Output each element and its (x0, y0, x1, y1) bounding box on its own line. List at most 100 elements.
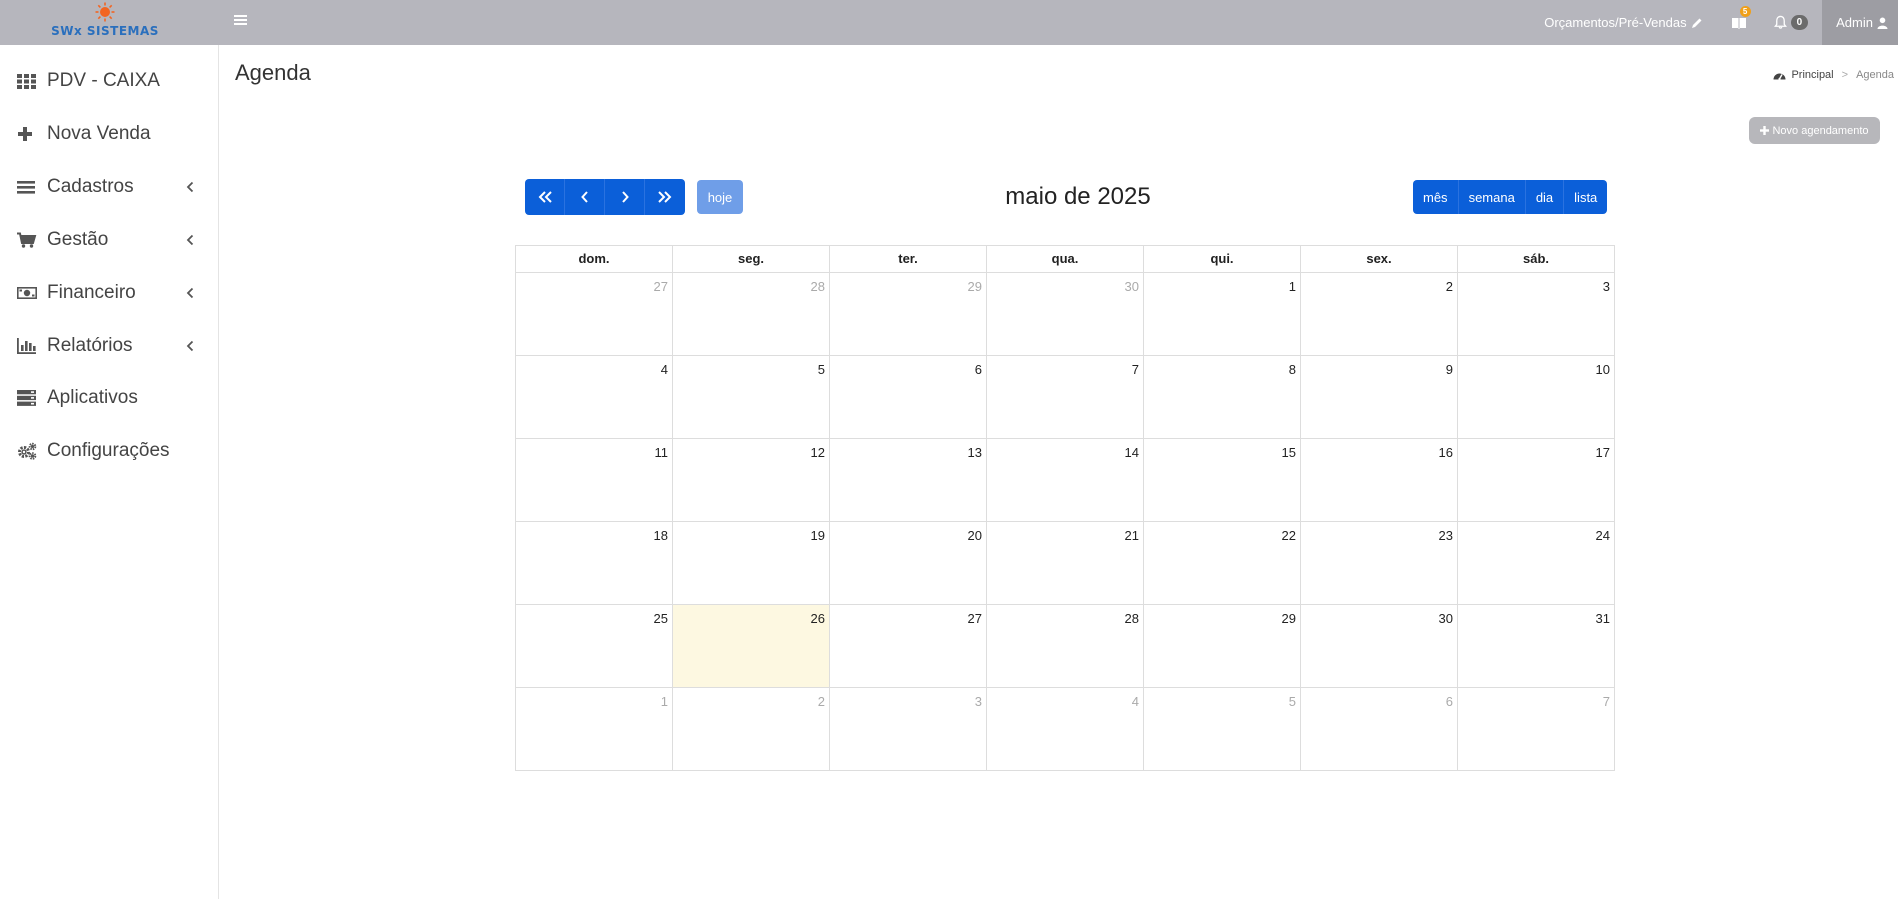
calendar-day-cell[interactable]: 20 (830, 522, 987, 605)
calendar-day-cell[interactable]: 6 (1301, 688, 1458, 771)
sidebar-item-pdv-caixa[interactable]: PDV - CAIXA (0, 61, 219, 101)
day-number[interactable]: 18 (654, 528, 668, 543)
calendar-day-cell[interactable]: 29 (830, 273, 987, 356)
breadcrumb-home-link[interactable]: Principal (1791, 69, 1833, 81)
day-number[interactable]: 7 (1603, 694, 1610, 709)
day-number[interactable]: 1 (661, 694, 668, 709)
view-week-button[interactable]: semana (1459, 180, 1526, 214)
sidebar-item-financeiro[interactable]: Financeiro (0, 273, 219, 313)
calendar-day-cell[interactable]: 4 (516, 356, 673, 439)
day-number[interactable]: 29 (968, 279, 982, 294)
calendar-day-cell[interactable]: 15 (1144, 439, 1301, 522)
day-number[interactable]: 27 (654, 279, 668, 294)
calendar-day-cell[interactable]: 17 (1458, 439, 1615, 522)
day-number[interactable]: 25 (654, 611, 668, 626)
calendar-day-cell[interactable]: 24 (1458, 522, 1615, 605)
calendar-day-cell[interactable]: 28 (673, 273, 830, 356)
day-number[interactable]: 29 (1282, 611, 1296, 626)
day-number[interactable]: 3 (975, 694, 982, 709)
calendar-day-cell[interactable]: 13 (830, 439, 987, 522)
calendar-day-cell[interactable]: 11 (516, 439, 673, 522)
day-number[interactable]: 16 (1439, 445, 1453, 460)
view-day-button[interactable]: dia (1526, 180, 1565, 214)
calendar-day-cell[interactable]: 2 (1301, 273, 1458, 356)
calendar-day-cell[interactable]: 30 (1301, 605, 1458, 688)
calendar-day-cell[interactable]: 7 (1458, 688, 1615, 771)
sidebar-item-aplicativos[interactable]: Aplicativos (0, 378, 219, 418)
calendar-day-cell[interactable]: 27 (516, 273, 673, 356)
day-number[interactable]: 5 (818, 362, 825, 377)
day-number[interactable]: 3 (1603, 279, 1610, 294)
day-number[interactable]: 4 (661, 362, 668, 377)
calendar-day-cell[interactable]: 29 (1144, 605, 1301, 688)
day-number[interactable]: 31 (1596, 611, 1610, 626)
calendar-day-cell[interactable]: 3 (1458, 273, 1615, 356)
calendar-day-cell[interactable]: 3 (830, 688, 987, 771)
view-month-button[interactable]: mês (1413, 180, 1459, 214)
orcamentos-link[interactable]: Orçamentos/Pré-Vendas (1544, 15, 1702, 30)
day-number[interactable]: 1 (1289, 279, 1296, 294)
calendar-day-cell[interactable]: 10 (1458, 356, 1615, 439)
calendar-day-cell[interactable]: 5 (1144, 688, 1301, 771)
day-number[interactable]: 2 (1446, 279, 1453, 294)
calendar-day-cell[interactable]: 7 (987, 356, 1144, 439)
sidebar-item-gestao[interactable]: Gestão (0, 220, 219, 260)
calendar-day-cell[interactable]: 27 (830, 605, 987, 688)
calendar-day-cell[interactable]: 6 (830, 356, 987, 439)
calendar-day-cell[interactable]: 9 (1301, 356, 1458, 439)
messages-button[interactable]: 5 (1731, 5, 1751, 31)
next-year-button[interactable] (645, 179, 685, 215)
prev-month-button[interactable] (565, 179, 605, 215)
calendar-day-cell[interactable]: 12 (673, 439, 830, 522)
calendar-day-cell[interactable]: 28 (987, 605, 1144, 688)
day-number[interactable]: 12 (811, 445, 825, 460)
notifications-button[interactable]: 0 (1773, 15, 1809, 30)
day-number[interactable]: 30 (1439, 611, 1453, 626)
day-number[interactable]: 7 (1132, 362, 1139, 377)
day-number[interactable]: 14 (1125, 445, 1139, 460)
day-number[interactable]: 28 (811, 279, 825, 294)
brand-logo[interactable]: SWx SISTEMAS (0, 0, 218, 45)
new-appointment-button[interactable]: Novo agendamento (1749, 117, 1880, 144)
calendar-day-cell[interactable]: 21 (987, 522, 1144, 605)
prev-year-button[interactable] (525, 179, 565, 215)
calendar-day-cell[interactable]: 18 (516, 522, 673, 605)
day-number[interactable]: 30 (1125, 279, 1139, 294)
calendar-day-cell[interactable]: 31 (1458, 605, 1615, 688)
day-number[interactable]: 2 (818, 694, 825, 709)
calendar-day-cell[interactable]: 25 (516, 605, 673, 688)
day-number[interactable]: 10 (1596, 362, 1610, 377)
today-button[interactable]: hoje (697, 180, 743, 214)
day-number[interactable]: 11 (655, 445, 669, 460)
day-number[interactable]: 26 (811, 611, 825, 626)
menu-toggle-icon[interactable] (233, 12, 249, 28)
view-list-button[interactable]: lista (1564, 180, 1607, 214)
day-number[interactable]: 23 (1439, 528, 1453, 543)
calendar-day-cell[interactable]: 8 (1144, 356, 1301, 439)
sidebar-item-nova-venda[interactable]: Nova Venda (0, 114, 219, 154)
day-number[interactable]: 5 (1289, 694, 1296, 709)
day-number[interactable]: 28 (1125, 611, 1139, 626)
next-month-button[interactable] (605, 179, 645, 215)
calendar-day-cell[interactable]: 22 (1144, 522, 1301, 605)
calendar-day-cell[interactable]: 30 (987, 273, 1144, 356)
day-number[interactable]: 27 (968, 611, 982, 626)
sidebar-item-cadastros[interactable]: Cadastros (0, 167, 219, 207)
day-number[interactable]: 15 (1282, 445, 1296, 460)
sidebar-item-relatorios[interactable]: Relatórios (0, 326, 219, 366)
calendar-day-cell[interactable]: 23 (1301, 522, 1458, 605)
calendar-day-cell-today[interactable]: 26 (673, 605, 830, 688)
day-number[interactable]: 6 (1446, 694, 1453, 709)
calendar-day-cell[interactable]: 14 (987, 439, 1144, 522)
day-number[interactable]: 13 (968, 445, 982, 460)
day-number[interactable]: 8 (1289, 362, 1296, 377)
calendar-day-cell[interactable]: 4 (987, 688, 1144, 771)
day-number[interactable]: 20 (968, 528, 982, 543)
day-number[interactable]: 19 (811, 528, 825, 543)
day-number[interactable]: 24 (1596, 528, 1610, 543)
calendar-day-cell[interactable]: 16 (1301, 439, 1458, 522)
day-number[interactable]: 9 (1446, 362, 1453, 377)
calendar-day-cell[interactable]: 1 (516, 688, 673, 771)
day-number[interactable]: 4 (1132, 694, 1139, 709)
day-number[interactable]: 21 (1125, 528, 1139, 543)
